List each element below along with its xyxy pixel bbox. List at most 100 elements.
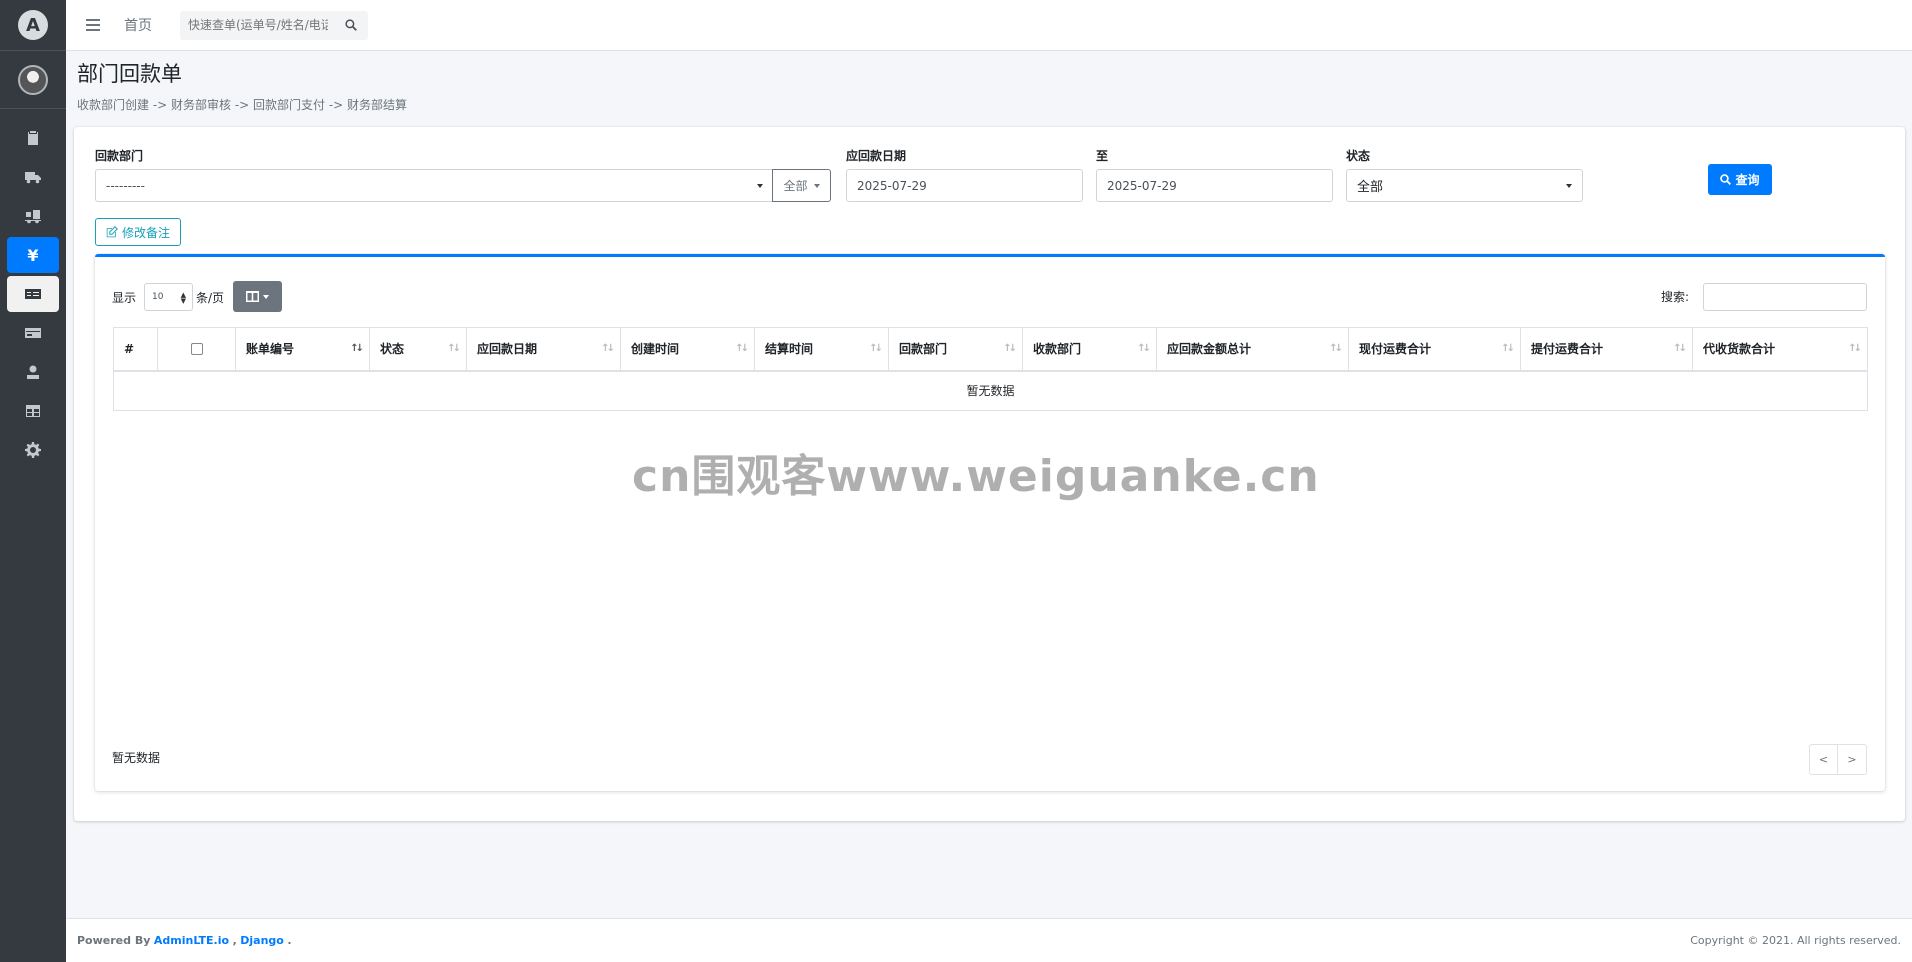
table-search-input[interactable]	[1703, 283, 1867, 311]
sort-icon: ↑↓	[1501, 343, 1515, 354]
prev-page-button[interactable]: <	[1809, 744, 1838, 775]
dept-select[interactable]: ---------	[95, 169, 774, 202]
edit-icon	[106, 226, 118, 238]
dept-all-label: 全部	[783, 179, 808, 193]
empty-message: 暂无数据	[113, 370, 1868, 411]
col-header-collect-freight[interactable]: 提付运费合计 ↑↓	[1520, 327, 1693, 372]
user-panel[interactable]	[0, 51, 66, 109]
sort-icon: ↑↓	[1137, 343, 1151, 354]
footer-link-adminlte[interactable]: AdminLTE.io	[154, 934, 229, 947]
date-to-label: 至	[1096, 149, 1109, 163]
top-navbar: 首页	[66, 0, 1912, 51]
col-header-label: 现付运费合计	[1359, 342, 1432, 357]
col-header-payback-dept[interactable]: 回款部门 ↑↓	[888, 327, 1023, 372]
workflow-breadcrumb: 收款部门创建 -> 财务部审核 -> 回款部门支付 -> 财务部结算	[77, 98, 408, 112]
table-search-label: 搜索:	[1661, 290, 1690, 304]
col-header-due-date[interactable]: 应回款日期 ↑↓	[466, 327, 621, 372]
query-button-label: 查询	[1735, 173, 1760, 187]
columns-toggle-button[interactable]	[233, 281, 282, 312]
col-header-settled[interactable]: 结算时间 ↑↓	[754, 327, 889, 372]
truck-icon	[25, 172, 41, 184]
footer-separator: ,	[232, 934, 237, 947]
col-header-total-amount[interactable]: 应回款金额总计 ↑↓	[1156, 327, 1349, 372]
data-table: # 账单编号 ↑↓ 状态 ↑↓ 应回款日期 ↑↓ 创建时间 ↑↓ 结算时间 ↑↓ 回款部门…	[113, 327, 1868, 411]
chevron-down-icon	[757, 184, 763, 188]
dept-all-dropdown[interactable]: 全部	[772, 169, 831, 202]
sidebar-item-reports[interactable]	[7, 393, 59, 429]
dept-label: 回款部门	[95, 149, 144, 163]
sort-icon: ↑↓	[869, 343, 883, 354]
search-icon	[345, 19, 357, 31]
brand-logo-icon: A	[18, 10, 48, 40]
table-header-row: # 账单编号 ↑↓ 状态 ↑↓ 应回款日期 ↑↓ 创建时间 ↑↓ 结算时间 ↑↓ 回款部门…	[113, 327, 1868, 372]
sidebar: A ¥	[0, 0, 66, 962]
date-to-input[interactable]: 2025-07-29	[1096, 169, 1333, 202]
col-header-label: 提付运费合计	[1531, 342, 1604, 357]
truck-loading-icon	[25, 210, 41, 224]
content-header: 部门回款单 收款部门创建 -> 财务部审核 -> 回款部门支付 -> 财务部结算	[77, 58, 407, 113]
search-icon	[1720, 174, 1732, 185]
sort-icon: ↑↓	[601, 343, 615, 354]
per-page-label: 条/页	[196, 291, 225, 305]
sidebar-item-billing[interactable]	[7, 315, 59, 351]
nav-home-link[interactable]: 首页	[124, 15, 152, 35]
next-page-button[interactable]: >	[1838, 744, 1867, 775]
brand[interactable]: A	[0, 0, 66, 51]
col-header-prepaid-freight[interactable]: 现付运费合计 ↑↓	[1348, 327, 1521, 372]
sidebar-item-loading[interactable]	[7, 198, 59, 234]
columns-icon	[246, 291, 259, 302]
sort-asc-icon: ↑↓	[350, 343, 364, 354]
yen-icon: ¥	[27, 245, 39, 265]
col-header-label: 应回款日期	[477, 342, 538, 357]
col-header-label: 状态	[380, 342, 405, 357]
money-check-icon	[25, 289, 41, 299]
avatar[interactable]	[18, 64, 48, 95]
col-header-label: 创建时间	[631, 342, 680, 357]
col-header-status[interactable]: 状态 ↑↓	[369, 327, 467, 372]
sidebar-item-shipping[interactable]	[7, 159, 59, 195]
sidebar-item-settings[interactable]	[7, 432, 59, 468]
col-header-receive-dept[interactable]: 收款部门 ↑↓	[1022, 327, 1157, 372]
col-header-bill-no[interactable]: 账单编号 ↑↓	[235, 327, 370, 372]
show-label: 显示	[112, 291, 137, 305]
query-button[interactable]: 查询	[1708, 164, 1772, 195]
date-label: 应回款日期	[846, 149, 907, 163]
page-size-value: 10	[152, 292, 164, 302]
sidebar-item-dept-payback[interactable]	[7, 276, 59, 312]
col-header-label: 结算时间	[765, 342, 814, 357]
col-header-cod-amount[interactable]: 代收货款合计 ↑↓	[1692, 327, 1868, 372]
col-header-label: 账单编号	[246, 342, 295, 357]
status-select[interactable]: 全部	[1346, 169, 1583, 202]
credit-card-icon	[25, 328, 41, 338]
dept-select-value: ---------	[106, 178, 145, 193]
user-cash-icon	[27, 365, 39, 379]
footer-copyright: Copyright © 2021. All rights reserved.	[1690, 934, 1901, 947]
footer: Powered By AdminLTE.io , Django . Copyri…	[66, 918, 1912, 962]
quick-search	[180, 10, 368, 40]
chevron-down-icon	[263, 294, 269, 299]
sidebar-item-orders[interactable]	[7, 120, 59, 156]
pagination: < >	[1809, 744, 1867, 775]
quick-search-button[interactable]	[336, 19, 366, 31]
col-header-index: #	[113, 327, 158, 372]
col-header-select[interactable]	[157, 327, 236, 372]
sidebar-nav: ¥	[0, 109, 66, 468]
quick-search-input[interactable]	[180, 18, 336, 32]
sort-icon: ↑↓	[1329, 343, 1343, 354]
edit-remark-button[interactable]: 修改备注	[95, 218, 181, 246]
footer-powered: Powered By AdminLTE.io , Django .	[77, 934, 292, 947]
select-all-checkbox[interactable]	[190, 343, 203, 356]
page-size-select[interactable]: 10 ▲ ▼	[144, 283, 193, 311]
status-label: 状态	[1346, 149, 1371, 163]
menu-toggle-icon[interactable]	[86, 19, 100, 31]
date-from-input[interactable]: 2025-07-29	[846, 169, 1083, 202]
footer-link-django[interactable]: Django	[240, 934, 284, 947]
col-header-label: 回款部门	[899, 342, 948, 357]
sidebar-item-customers[interactable]	[7, 354, 59, 390]
sidebar-item-finance[interactable]: ¥	[7, 237, 59, 273]
chevron-down-icon	[813, 183, 820, 188]
clipboard-icon	[28, 131, 38, 145]
col-header-label: 代收货款合计	[1703, 342, 1776, 357]
sort-icon: ↑↓	[735, 343, 749, 354]
col-header-created[interactable]: 创建时间 ↑↓	[620, 327, 755, 372]
